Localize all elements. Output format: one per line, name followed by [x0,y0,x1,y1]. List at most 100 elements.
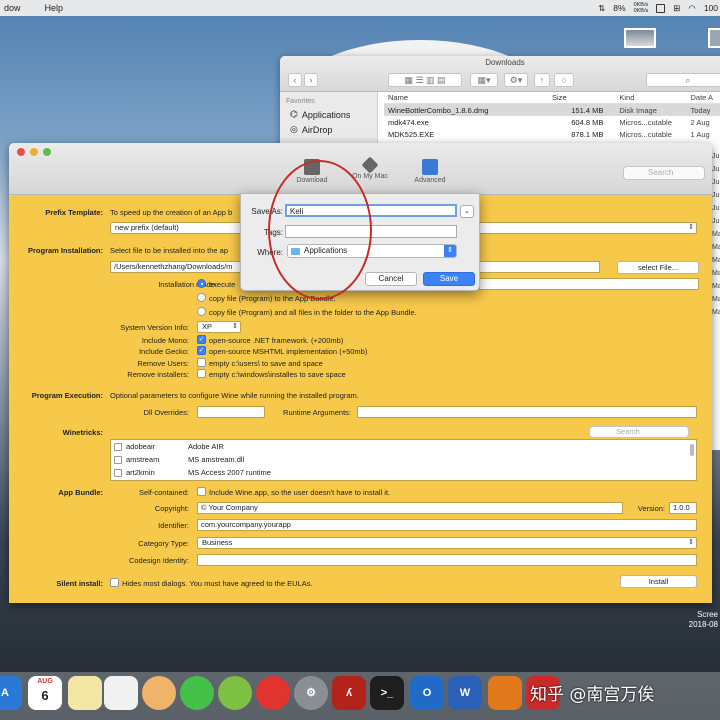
desktop-file-thumb[interactable] [708,28,720,48]
tags-field[interactable] [285,225,457,238]
mode-execute-radio[interactable] [197,279,206,288]
view-mode-buttons[interactable]: ▦ ☰ ▥ ▤ [388,73,462,87]
file-row[interactable]: MDK525.EXE 878.1 MB Micros...cutable 1 A… [384,128,720,140]
remove-users-checkbox[interactable] [197,358,206,367]
self-contained-checkbox[interactable] [197,487,206,496]
select-file-button[interactable]: select File... [617,261,699,274]
battery-percent[interactable]: 8% [613,3,625,13]
silent-install-checkbox[interactable] [110,578,119,587]
group-button[interactable]: ▦▾ [470,73,498,87]
status-icon[interactable]: ⇅ [598,3,605,14]
file-row[interactable]: mdk474.exe 604.8 MB Micros...cutable 2 A… [384,116,720,128]
install-button[interactable]: Install [620,575,697,588]
minimize-button[interactable] [30,148,38,156]
notes-icon[interactable] [68,676,102,710]
col-kind[interactable]: Kind [611,93,690,102]
save-as-field[interactable]: Keli [285,204,457,217]
file-row[interactable]: WineBottlerCombo_1.8.6.dmg 151.4 MB Disk… [384,104,720,116]
system-version-select[interactable]: XP ⇕ [197,321,241,333]
toolbar-download[interactable]: Download [287,159,337,184]
watermark: 知乎 @南宫万俟 [530,685,655,705]
battery-level[interactable]: 100 [704,3,718,13]
word-icon[interactable]: W [448,676,482,710]
menu-window[interactable]: dow [4,3,21,13]
mode-copy-all-label: copy file (Program) and all files in the… [209,308,417,317]
remove-installers-checkbox[interactable] [197,369,206,378]
photos-icon[interactable] [142,676,176,710]
mode-copy-all-radio[interactable] [197,307,206,316]
winetricks-search[interactable]: Search [589,426,689,438]
chevron-updown-icon: ⇕ [688,224,694,231]
winetrick-checkbox[interactable] [114,455,122,464]
outlook-icon[interactable]: O [410,676,444,710]
date-cell: Ma [712,283,720,290]
remove-installers-label: Remove installers: [127,370,189,379]
toolbar-advanced[interactable]: Advanced [405,159,455,184]
sidebar-item-airdrop[interactable]: ◎ AirDrop [290,124,377,135]
finder-title: Downloads [485,58,525,67]
program-installation-text: Select file to be installed into the ap [110,246,228,255]
desktop-screenshot-thumb[interactable] [624,28,656,48]
wifi-icon[interactable]: ◠ [688,3,695,14]
wine-search[interactable]: Search [623,166,705,180]
remove-users-text: empty c:\users\ to save and space [209,359,323,368]
music-app-icon[interactable] [218,676,252,710]
mode-copy-radio[interactable] [197,293,206,302]
tags-button[interactable]: ○ [554,73,574,87]
zoom-button[interactable] [43,148,51,156]
menu-help[interactable]: Help [45,3,64,13]
include-mono-checkbox[interactable]: ✓ [197,335,206,344]
date-cell: Ju [712,205,720,212]
advanced-icon [422,159,438,175]
network-stats[interactable]: 0KB/s 0KB/s [634,2,649,14]
terminal-icon[interactable]: >_ [370,676,404,710]
col-name[interactable]: Name [384,93,548,102]
list-item[interactable]: adobeair Adobe AIR [111,440,696,453]
back-button[interactable]: ‹ [288,73,302,87]
close-button[interactable] [17,148,25,156]
col-size[interactable]: Size [548,93,611,102]
list-item[interactable]: art2kmin MS Access 2007 runtime [111,466,696,479]
identifier-label: Identifier: [158,521,189,530]
expand-dialog-button[interactable]: ⌄ [460,205,474,218]
winetrick-checkbox[interactable] [114,468,122,477]
save-as-label: Save As: [251,207,283,216]
version-field[interactable]: 1.0.0 [669,502,697,514]
cancel-button[interactable]: Cancel [365,272,417,286]
reminders-icon[interactable] [104,676,138,710]
forward-button[interactable]: › [304,73,318,87]
netease-music-icon[interactable] [256,676,290,710]
display-icon[interactable] [656,3,666,13]
finder-search[interactable]: ⌕ [646,73,720,87]
col-date[interactable]: Date A [690,93,720,102]
include-gecko-checkbox[interactable]: ✓ [197,346,206,355]
copyright-field[interactable]: © Your Company [197,502,623,514]
calendar-icon[interactable]: AUG 6 [28,676,62,710]
date-cell: Ju [712,192,720,199]
toolbar-on-my-mac[interactable]: On My Mac [345,156,395,180]
file-list-header: Name Size Kind Date A [384,92,720,104]
save-button[interactable]: Save [423,272,475,286]
wechat-icon[interactable] [180,676,214,710]
winetricks-scrollbar[interactable] [690,444,694,456]
folder-icon [291,248,300,255]
codesign-identity-field[interactable] [197,554,697,566]
grid-icon[interactable]: ⊞ [673,3,680,14]
include-mono-label: Include Mono: [141,336,189,345]
where-select[interactable]: Applications ⇕ [287,244,457,258]
action-button[interactable]: ⚙▾ [504,73,528,87]
winetrick-checkbox[interactable] [114,442,122,451]
acrobat-icon[interactable]: ʎ [332,676,366,710]
share-button[interactable]: ↑ [534,73,550,87]
identifier-field[interactable]: com.yourcompany.yourapp [197,519,697,531]
matlab-icon[interactable] [488,676,522,710]
app-store-icon[interactable]: A [0,676,22,710]
date-cell: Ju [712,153,720,160]
category-type-select[interactable]: Business ⇕ [197,537,697,549]
execute-args-field[interactable] [479,278,699,290]
system-preferences-icon[interactable]: ⚙ [294,676,328,710]
runtime-args-field[interactable] [357,406,697,418]
list-item[interactable]: amstream MS amstream.dll [111,453,696,466]
sidebar-item-applications[interactable]: ⌬ Applications [290,109,377,120]
desktop-file-label: Scree [697,610,718,619]
